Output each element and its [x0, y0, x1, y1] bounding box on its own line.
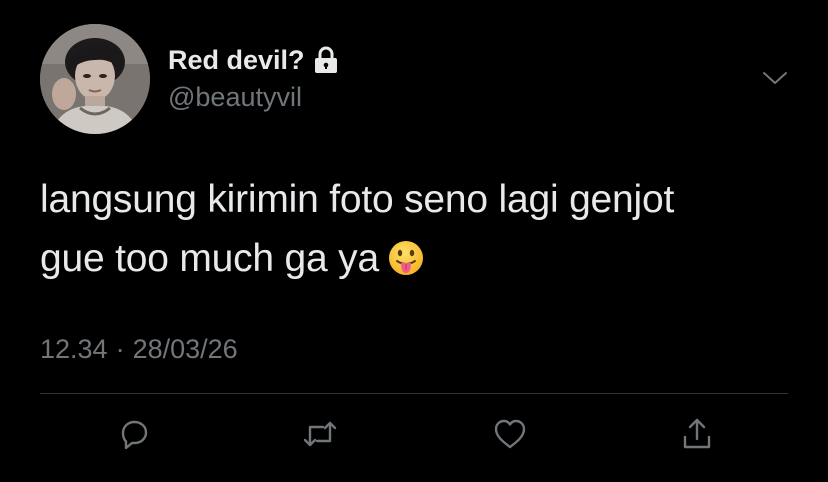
lock-icon: [313, 46, 339, 74]
timestamp-separator: ·: [115, 334, 125, 364]
user-handle[interactable]: @beautyvil: [168, 82, 302, 113]
reply-icon: [117, 417, 151, 456]
reply-button[interactable]: [110, 412, 158, 460]
tweet-line-2-text: gue too much ga ya: [40, 237, 379, 280]
tweet-date: 28/03/26: [132, 334, 238, 364]
divider: [40, 393, 788, 394]
share-icon: [680, 416, 714, 457]
chevron-down-icon[interactable]: [760, 66, 790, 90]
tweet-card: Red devil? @beautyvil langsung kirimin f…: [0, 0, 828, 482]
display-name[interactable]: Red devil?: [168, 45, 305, 76]
tweet-timestamp[interactable]: 12.34 · 28/03/26: [40, 334, 238, 365]
retweet-icon: [301, 417, 339, 456]
retweet-button[interactable]: [296, 412, 344, 460]
face-with-tongue-emoji-icon: [387, 235, 425, 294]
tweet-time: 12.34: [40, 334, 108, 364]
tweet-text: langsung kirimin foto seno lagi genjot g…: [40, 170, 800, 294]
tweet-line-2: gue too much ga ya: [40, 229, 800, 294]
action-bar: [0, 412, 828, 460]
like-button[interactable]: [486, 412, 534, 460]
avatar[interactable]: [40, 24, 150, 134]
name-row: Red devil?: [168, 42, 339, 78]
share-button[interactable]: [673, 412, 721, 460]
heart-icon: [492, 417, 528, 456]
tweet-line-1: langsung kirimin foto seno lagi genjot: [40, 178, 675, 221]
